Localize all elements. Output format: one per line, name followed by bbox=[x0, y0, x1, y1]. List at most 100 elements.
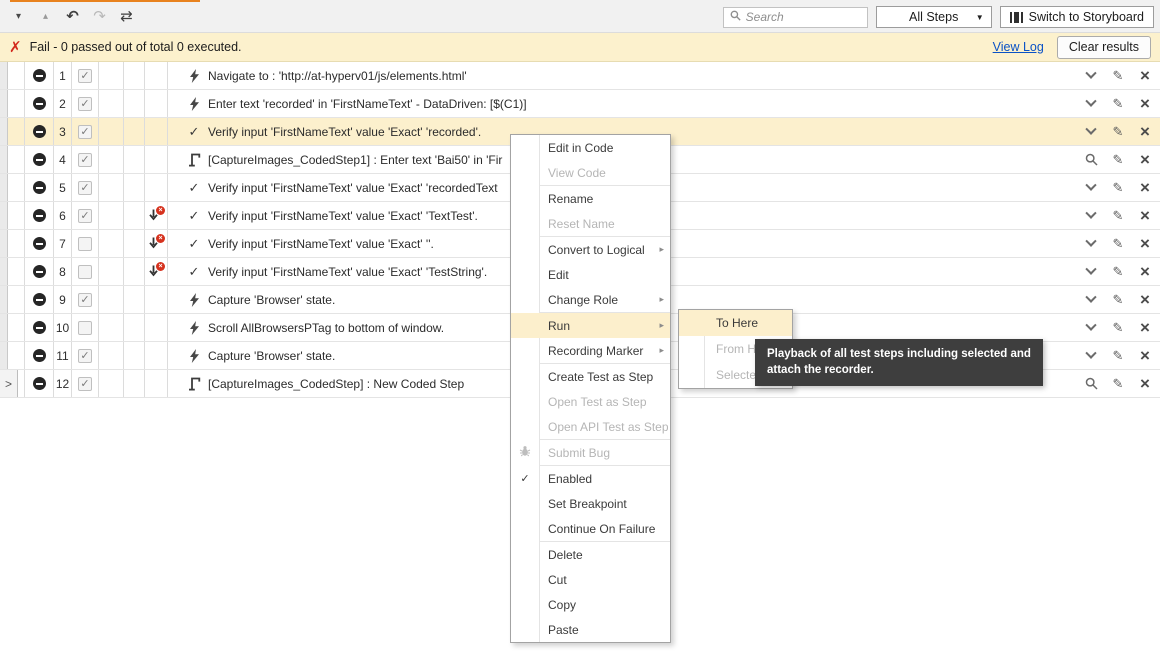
expand-step-chevron-icon[interactable] bbox=[1084, 128, 1098, 136]
row-handle[interactable] bbox=[0, 202, 8, 229]
minus-circle-icon[interactable] bbox=[33, 377, 46, 390]
row-handle[interactable] bbox=[0, 230, 8, 257]
menu-item-cut[interactable]: Cut bbox=[511, 567, 670, 592]
menu-item-open-test-as-step[interactable]: Open Test as Step bbox=[511, 389, 670, 414]
delete-step-icon[interactable]: × bbox=[1138, 123, 1152, 140]
expand-step-chevron-icon[interactable] bbox=[1084, 324, 1098, 332]
delete-step-icon[interactable]: × bbox=[1138, 179, 1152, 196]
minus-circle-icon[interactable] bbox=[33, 181, 46, 194]
delete-step-icon[interactable]: × bbox=[1138, 263, 1152, 280]
zoom-step-icon[interactable] bbox=[1084, 153, 1098, 166]
checkbox-checked[interactable]: ✓ bbox=[78, 69, 92, 83]
edit-step-icon[interactable]: ✎ bbox=[1111, 180, 1125, 196]
checkbox-checked[interactable]: ✓ bbox=[78, 153, 92, 167]
checkbox-checked[interactable]: ✓ bbox=[78, 293, 92, 307]
checkbox-checked[interactable]: ✓ bbox=[78, 349, 92, 363]
row-expander[interactable]: > bbox=[0, 370, 18, 397]
checkbox-unchecked[interactable] bbox=[78, 321, 92, 335]
edit-step-icon[interactable]: ✎ bbox=[1111, 292, 1125, 308]
row-handle[interactable] bbox=[0, 146, 8, 173]
search-input[interactable] bbox=[746, 10, 861, 24]
delete-step-icon[interactable]: × bbox=[1138, 319, 1152, 336]
expand-step-chevron-icon[interactable] bbox=[1084, 268, 1098, 276]
delete-step-icon[interactable]: × bbox=[1138, 235, 1152, 252]
edit-step-icon[interactable]: ✎ bbox=[1111, 348, 1125, 364]
delete-step-icon[interactable]: × bbox=[1138, 375, 1152, 392]
edit-step-icon[interactable]: ✎ bbox=[1111, 376, 1125, 392]
delete-step-icon[interactable]: × bbox=[1138, 67, 1152, 84]
step-row[interactable]: 2✓Enter text 'recorded' in 'FirstNameTex… bbox=[0, 90, 1160, 118]
checkbox-checked[interactable]: ✓ bbox=[78, 377, 92, 391]
expand-step-chevron-icon[interactable] bbox=[1084, 212, 1098, 220]
edit-step-icon[interactable]: ✎ bbox=[1111, 68, 1125, 84]
dropdown-caret-icon[interactable]: ▾ bbox=[5, 3, 32, 31]
expand-step-chevron-icon[interactable] bbox=[1084, 72, 1098, 80]
switch-to-storyboard-button[interactable]: Switch to Storyboard bbox=[1000, 6, 1154, 28]
menu-item-run[interactable]: Run▸ bbox=[511, 313, 670, 338]
edit-step-icon[interactable]: ✎ bbox=[1111, 320, 1125, 336]
delete-step-icon[interactable]: × bbox=[1138, 207, 1152, 224]
steps-filter-dropdown[interactable]: All Steps ▼ bbox=[876, 6, 992, 28]
minus-circle-icon[interactable] bbox=[33, 153, 46, 166]
edit-step-icon[interactable]: ✎ bbox=[1111, 124, 1125, 140]
minus-circle-icon[interactable] bbox=[33, 349, 46, 362]
checkbox-checked[interactable]: ✓ bbox=[78, 97, 92, 111]
menu-item-view-code[interactable]: View Code bbox=[511, 160, 670, 185]
row-handle[interactable] bbox=[0, 62, 8, 89]
edit-step-icon[interactable]: ✎ bbox=[1111, 152, 1125, 168]
menu-item-continue-on-failure[interactable]: Continue On Failure bbox=[511, 516, 670, 541]
minus-circle-icon[interactable] bbox=[33, 209, 46, 222]
delete-step-icon[interactable]: × bbox=[1138, 95, 1152, 112]
menu-item-set-breakpoint[interactable]: Set Breakpoint bbox=[511, 491, 670, 516]
edit-step-icon[interactable]: ✎ bbox=[1111, 208, 1125, 224]
edit-step-icon[interactable]: ✎ bbox=[1111, 96, 1125, 112]
minus-circle-icon[interactable] bbox=[33, 69, 46, 82]
row-handle[interactable] bbox=[0, 90, 8, 117]
expand-step-chevron-icon[interactable] bbox=[1084, 296, 1098, 304]
edit-step-icon[interactable]: ✎ bbox=[1111, 264, 1125, 280]
menu-item-convert-to-logical[interactable]: Convert to Logical▸ bbox=[511, 237, 670, 262]
zoom-step-icon[interactable] bbox=[1084, 377, 1098, 390]
collapse-caret-icon[interactable]: ▴ bbox=[32, 3, 59, 31]
checkbox-unchecked[interactable] bbox=[78, 237, 92, 251]
menu-item-reset-name[interactable]: Reset Name bbox=[511, 211, 670, 236]
undo-icon[interactable]: ↶ bbox=[59, 3, 86, 31]
checkbox-unchecked[interactable] bbox=[78, 265, 92, 279]
menu-item-paste[interactable]: Paste bbox=[511, 617, 670, 642]
menu-item-open-api-test-as-step[interactable]: Open API Test as Step bbox=[511, 414, 670, 439]
row-handle[interactable] bbox=[0, 174, 8, 201]
menu-item-enabled[interactable]: ✓Enabled bbox=[511, 466, 670, 491]
delete-step-icon[interactable]: × bbox=[1138, 291, 1152, 308]
minus-circle-icon[interactable] bbox=[33, 293, 46, 306]
row-handle[interactable] bbox=[0, 258, 8, 285]
delete-step-icon[interactable]: × bbox=[1138, 347, 1152, 364]
row-handle[interactable] bbox=[0, 342, 8, 369]
delete-step-icon[interactable]: × bbox=[1138, 151, 1152, 168]
minus-circle-icon[interactable] bbox=[33, 97, 46, 110]
clear-results-button[interactable]: Clear results bbox=[1057, 36, 1151, 59]
checkbox-checked[interactable]: ✓ bbox=[78, 125, 92, 139]
step-description-cell[interactable]: Navigate to : 'http://at-hyperv01/js/ele… bbox=[168, 62, 1160, 89]
expand-step-chevron-icon[interactable] bbox=[1084, 184, 1098, 192]
checkbox-checked[interactable]: ✓ bbox=[78, 181, 92, 195]
minus-circle-icon[interactable] bbox=[33, 237, 46, 250]
menu-item-submit-bug[interactable]: Submit Bug bbox=[511, 440, 670, 465]
menu-item-to-here[interactable]: To Here bbox=[679, 310, 792, 336]
step-description-cell[interactable]: Enter text 'recorded' in 'FirstNameText'… bbox=[168, 90, 1160, 117]
checkbox-checked[interactable]: ✓ bbox=[78, 209, 92, 223]
expand-step-chevron-icon[interactable] bbox=[1084, 352, 1098, 360]
row-handle[interactable] bbox=[0, 118, 8, 145]
view-log-link[interactable]: View Log bbox=[993, 40, 1044, 54]
step-row[interactable]: 1✓Navigate to : 'http://at-hyperv01/js/e… bbox=[0, 62, 1160, 90]
menu-item-delete[interactable]: Delete bbox=[511, 542, 670, 567]
menu-item-edit-in-code[interactable]: Edit in Code bbox=[511, 135, 670, 160]
search-box[interactable] bbox=[723, 7, 868, 28]
minus-circle-icon[interactable] bbox=[33, 265, 46, 278]
row-handle[interactable] bbox=[0, 286, 8, 313]
edit-step-icon[interactable]: ✎ bbox=[1111, 236, 1125, 252]
minus-circle-icon[interactable] bbox=[33, 125, 46, 138]
redo-icon[interactable]: ↷ bbox=[86, 3, 113, 31]
row-handle[interactable] bbox=[0, 314, 8, 341]
menu-item-edit[interactable]: Edit bbox=[511, 262, 670, 287]
menu-item-copy[interactable]: Copy bbox=[511, 592, 670, 617]
